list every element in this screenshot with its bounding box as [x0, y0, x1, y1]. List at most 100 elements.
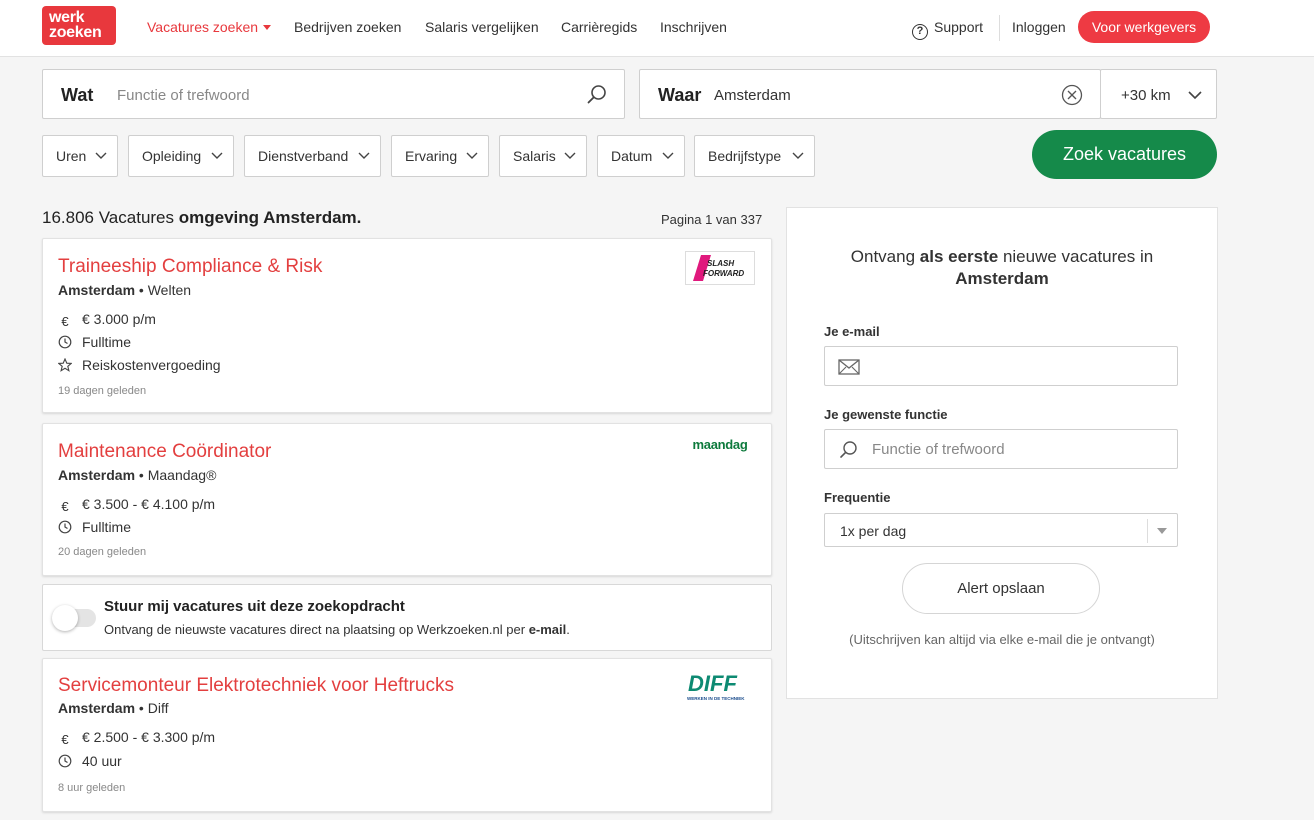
panel-heading: Ontvang als eerste nieuwe vacatures in A… — [787, 246, 1217, 290]
benefit-text: Reiskostenvergoeding — [82, 357, 221, 373]
chevron-down-icon — [792, 152, 804, 159]
function-placeholder: Functie of trefwoord — [872, 441, 1005, 458]
wat-label: Wat — [61, 85, 94, 105]
job-title[interactable]: Servicemonteur Elektrotechniek voor Heft… — [58, 675, 454, 697]
waar-input[interactable]: Amsterdam — [714, 87, 791, 104]
job-city: Amsterdam — [58, 282, 136, 298]
alert-subtitle: Ontvang de nieuwste vacatures direct na … — [104, 622, 570, 637]
page-info: Pagina 1 van 337 — [661, 212, 763, 227]
filter-salaris[interactable]: Salaris — [499, 135, 587, 177]
search-alert-toggle-card: Stuur mij vacatures uit deze zoekopdrach… — [42, 584, 772, 651]
job-date: 8 uur geleden — [58, 782, 126, 794]
wat-input[interactable]: Functie of trefwoord — [117, 87, 250, 104]
salary-text: € 3.500 - € 4.100 p/m — [82, 496, 216, 512]
hours-text: Fulltime — [82, 334, 132, 350]
company-logo-maandag[interactable]: maandag — [685, 427, 755, 461]
heading-bold: als eerste — [919, 247, 999, 266]
job-location: Amsterdam • Maandag® — [58, 467, 217, 483]
euro-icon: € — [61, 499, 69, 514]
werkzoeken-logo[interactable]: werk zoeken — [42, 6, 116, 45]
support-label: Support — [934, 19, 984, 35]
save-alert-button[interactable]: Alert opslaan — [902, 563, 1100, 614]
filter-opleiding[interactable]: Opleiding — [128, 135, 234, 177]
select-divider — [1147, 519, 1148, 543]
alert-subtitle-bold: e-mail — [528, 622, 567, 637]
nav-vacatures-zoeken[interactable]: Vacatures zoeken — [147, 19, 272, 35]
filter-datum[interactable]: Datum — [597, 135, 685, 177]
chevron-down-icon — [358, 152, 370, 159]
logo-text: maandag — [692, 436, 748, 452]
waar-label: Waar — [658, 85, 702, 105]
job-city: Amsterdam — [58, 467, 136, 483]
caret-down-icon — [1157, 528, 1167, 534]
filter-dienstverband[interactable]: Dienstverband — [244, 135, 381, 177]
slash-forward-logo: SLASH FORWARD — [693, 255, 744, 281]
chevron-down-icon — [1188, 91, 1202, 100]
support-link[interactable]: ? Support — [912, 19, 983, 40]
radius-select[interactable]: +30 km — [1100, 69, 1217, 119]
clock-icon — [58, 754, 72, 768]
question-icon: ? — [912, 24, 928, 40]
nav-bedrijven-zoeken[interactable]: Bedrijven zoeken — [294, 19, 401, 35]
wat-search-field[interactable]: Wat Functie of trefwoord — [42, 69, 625, 119]
header-divider — [999, 15, 1000, 41]
nav-carrieregids[interactable]: Carrièregids — [561, 19, 637, 35]
frequency-value: 1x per dag — [840, 523, 907, 539]
results-label: Vacatures — [98, 208, 175, 227]
filter-label: Salaris — [513, 148, 556, 164]
alert-toggle[interactable] — [52, 605, 96, 631]
email-field[interactable] — [824, 346, 1178, 386]
job-title[interactable]: Maintenance Coördinator — [58, 441, 271, 463]
chevron-down-icon — [662, 152, 674, 159]
filter-label: Datum — [611, 148, 653, 164]
hours-text: 40 uur — [82, 753, 122, 769]
results-period: . — [356, 208, 362, 227]
salary-text: € 2.500 - € 3.300 p/m — [82, 729, 216, 745]
job-card[interactable]: Servicemonteur Elektrotechniek voor Heft… — [42, 658, 772, 812]
search-icon — [840, 441, 857, 458]
logo-text: FORWARD — [703, 269, 744, 278]
function-field[interactable]: Functie of trefwoord — [824, 429, 1178, 469]
job-title[interactable]: Traineeship Compliance & Risk — [58, 256, 322, 278]
logo-text: SLASH — [707, 259, 734, 268]
waar-search-field[interactable]: Waar Amsterdam — [639, 69, 1101, 119]
clock-icon — [58, 335, 72, 349]
job-alert-panel: Ontvang als eerste nieuwe vacatures in A… — [786, 207, 1218, 699]
heading-text: Ontvang — [850, 247, 916, 266]
frequency-label: Frequentie — [824, 490, 891, 505]
filter-label: Uren — [56, 148, 87, 164]
filter-uren[interactable]: Uren — [42, 135, 118, 177]
company-logo-slash-forward[interactable]: SLASH FORWARD — [685, 251, 755, 285]
hours-text: Fulltime — [82, 519, 132, 535]
job-location: Amsterdam • Welten — [58, 282, 192, 298]
job-company: Maandag® — [147, 467, 217, 483]
job-hours: Fulltime — [58, 519, 131, 535]
filter-ervaring[interactable]: Ervaring — [391, 135, 489, 177]
email-label: Je e-mail — [824, 324, 880, 339]
job-city: Amsterdam — [58, 700, 136, 716]
filter-bedrijfstype[interactable]: Bedrijfstype — [694, 135, 815, 177]
search-jobs-button[interactable]: Zoek vacatures — [1032, 130, 1217, 179]
results-number: 16.806 — [42, 208, 94, 227]
nav-inschrijven[interactable]: Inschrijven — [660, 19, 727, 35]
employers-button[interactable]: Voor werkgevers — [1078, 11, 1210, 43]
job-salary: € € 3.500 - € 4.100 p/m — [58, 496, 215, 514]
search-icon[interactable] — [587, 84, 607, 104]
login-link[interactable]: Inloggen — [1012, 19, 1066, 35]
toggle-knob[interactable] — [52, 605, 78, 631]
frequency-select[interactable]: 1x per dag — [824, 513, 1178, 547]
caret-down-icon — [263, 25, 272, 30]
alert-title: Stuur mij vacatures uit deze zoekopdrach… — [104, 598, 405, 615]
clear-icon[interactable] — [1061, 84, 1083, 106]
job-card[interactable]: Maintenance Coördinator Amsterdam • Maan… — [42, 423, 772, 576]
nav-salaris-vergelijken[interactable]: Salaris vergelijken — [425, 19, 539, 35]
euro-icon: € — [61, 732, 69, 747]
job-location: Amsterdam • Diff — [58, 700, 169, 716]
company-logo-diff[interactable]: DIFF WERKEN IN DE TECHNIEK — [685, 669, 755, 703]
job-card[interactable]: Traineeship Compliance & Risk Amsterdam … — [42, 238, 772, 413]
unsubscribe-note: (Uitschrijven kan altijd via elke e-mail… — [849, 632, 1155, 647]
chevron-down-icon — [564, 152, 576, 159]
chevron-down-icon — [95, 152, 107, 159]
job-company: Welten — [147, 282, 192, 298]
chevron-down-icon — [466, 152, 478, 159]
